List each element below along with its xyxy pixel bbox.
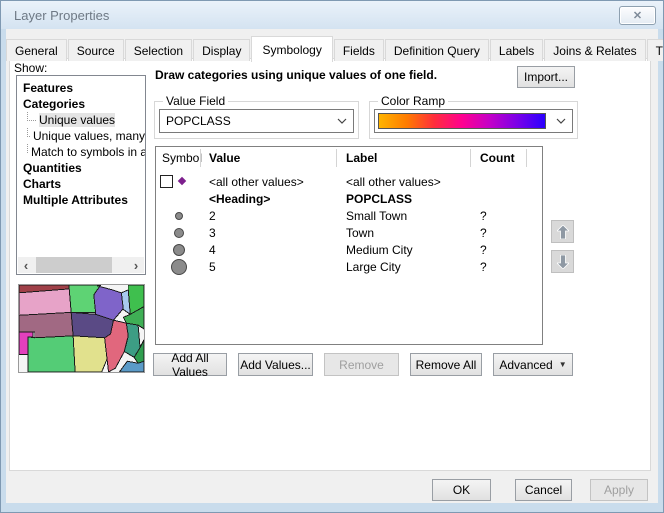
symbol-cell [156,207,209,224]
value-field-label: Value Field [163,94,228,108]
title-bar[interactable]: Layer Properties ✕ [1,1,663,29]
move-down-button[interactable] [551,250,574,273]
value-action-buttons: Add All Values Add Values... Remove Remo… [153,353,573,376]
tree-item-multiple-attributes[interactable]: Multiple Attributes [17,192,145,208]
tree-item-quantities[interactable]: Quantities [17,160,145,176]
value-field-group: Value Field POPCLASS [154,101,359,139]
dropdown-arrow-icon: ▼ [559,360,567,369]
value-field-selected: POPCLASS [160,114,331,128]
chevron-down-icon [550,118,572,124]
tab-labels[interactable]: Labels [490,39,543,61]
close-icon: ✕ [633,9,642,22]
scroll-left-icon[interactable]: ‹ [18,257,34,273]
layer-properties-dialog: Layer Properties ✕ General Source Select… [0,0,664,513]
tab-display[interactable]: Display [193,39,250,61]
close-button[interactable]: ✕ [619,6,656,25]
ok-button[interactable]: OK [432,479,491,501]
table-body: <all other values> <all other values> <H… [156,173,542,275]
table-row-town[interactable]: 3 Town ? [156,224,542,241]
gray-circle-icon [171,259,187,275]
show-tree: Features Categories Unique values Unique… [17,80,145,208]
table-row-small-town[interactable]: 2 Small Town ? [156,207,542,224]
column-divider [470,149,471,167]
tab-time[interactable]: Time [647,39,664,61]
all-other-values-checkbox[interactable] [160,175,173,188]
add-values-button[interactable]: Add Values... [238,353,313,376]
renderer-description: Draw categories using unique values of o… [155,68,437,82]
scrollbar-thumb[interactable] [36,257,112,273]
advanced-button[interactable]: Advanced ▼ [493,353,573,376]
tree-item-features[interactable]: Features [17,80,145,96]
gray-circle-icon [173,244,185,256]
color-ramp-label: Color Ramp [378,94,448,108]
table-header-row: Symbol Value Label Count [156,147,542,169]
symbol-cell [156,258,209,275]
value-field-dropdown[interactable]: POPCLASS [159,109,354,133]
tab-selection[interactable]: Selection [125,39,192,61]
table-row-large-city[interactable]: 5 Large City ? [156,258,542,275]
tree-item-unique-values-many[interactable]: Unique values, many [17,128,145,144]
table-row-medium-city[interactable]: 4 Medium City ? [156,241,542,258]
chevron-down-icon [331,118,353,124]
header-label: Label [346,151,480,165]
tree-item-charts[interactable]: Charts [17,176,145,192]
show-label: Show: [14,61,47,75]
symbology-tab-page: Show: Features Categories Unique values … [9,58,651,471]
tree-connector [27,144,28,153]
tab-strip: General Source Selection Display Symbolo… [6,36,664,61]
tab-symbology[interactable]: Symbology [251,36,332,62]
header-count: Count [480,151,542,165]
tree-horizontal-scrollbar[interactable]: ‹ › [18,257,144,273]
tab-general[interactable]: General [6,39,67,61]
window-title: Layer Properties [14,8,109,23]
column-divider [336,149,337,167]
scroll-right-icon[interactable]: › [128,257,144,273]
move-up-button[interactable] [551,220,574,243]
unique-values-table: Symbol Value Label Count <all other valu… [155,146,543,345]
tab-definition-query[interactable]: Definition Query [385,39,489,61]
cancel-button[interactable]: Cancel [515,479,572,501]
tree-connector [27,112,36,121]
map-preview-thumbnail [18,284,145,373]
midwest-states-map [19,285,144,372]
column-divider [200,149,201,167]
show-tree-listbox: Features Categories Unique values Unique… [16,75,146,275]
color-ramp-dropdown[interactable] [374,109,573,133]
tree-item-unique-values[interactable]: Unique values [17,112,145,128]
symbol-cell [156,241,209,258]
color-ramp-group: Color Ramp [369,101,578,139]
header-symbol: Symbol [156,151,209,165]
import-button[interactable]: Import... [517,66,575,88]
gray-circle-icon [174,228,184,238]
tab-source[interactable]: Source [68,39,124,61]
column-divider [526,149,527,167]
up-arrow-icon [557,225,569,239]
tree-connector [27,128,30,137]
remove-button[interactable]: Remove [324,353,399,376]
tab-fields[interactable]: Fields [334,39,384,61]
add-all-values-button[interactable]: Add All Values [153,353,227,376]
down-arrow-icon [557,255,569,269]
color-ramp-gradient [378,113,546,129]
point-symbol-icon [178,177,186,185]
table-row-all-other-values[interactable]: <all other values> <all other values> [156,173,542,190]
table-row-heading[interactable]: <Heading> POPCLASS [156,190,542,207]
symbol-cell [156,224,209,241]
remove-all-button[interactable]: Remove All [410,353,482,376]
header-value: Value [209,151,346,165]
apply-button[interactable]: Apply [590,479,648,501]
tree-item-categories[interactable]: Categories [17,96,145,112]
tab-joins-relates[interactable]: Joins & Relates [544,39,645,61]
gray-circle-icon [175,212,183,220]
tree-item-match-to-symbols[interactable]: Match to symbols in a [17,144,145,160]
symbol-cell [156,190,209,207]
symbol-cell [156,173,209,190]
